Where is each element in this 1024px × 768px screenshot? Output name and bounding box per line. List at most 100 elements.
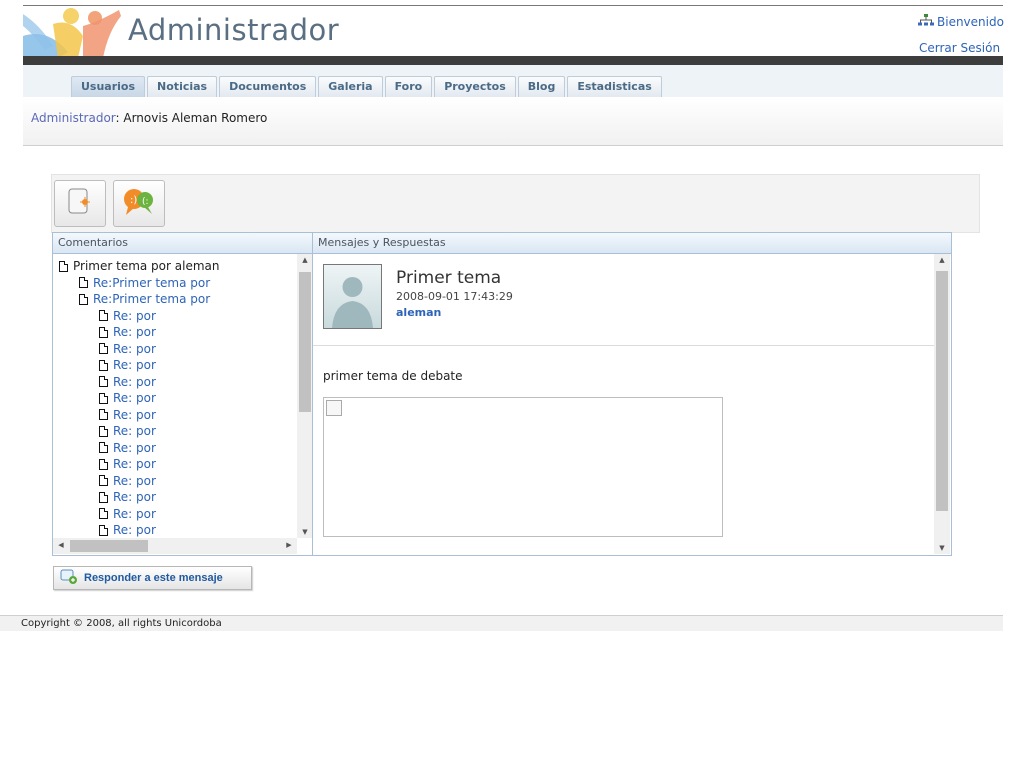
comment-tree-item[interactable]: Re:Primer tema por: [79, 292, 210, 306]
message-divider: [313, 345, 934, 346]
document-icon: [99, 343, 108, 354]
app-title: Administrador: [128, 13, 340, 47]
comment-tree-item[interactable]: Re: por: [99, 325, 156, 339]
comment-tree-item[interactable]: Re: por: [99, 424, 156, 438]
chat-faces-icon: :) (:: [122, 187, 156, 220]
scroll-up-arrow-icon[interactable]: ▲: [297, 256, 313, 264]
comment-tree-item[interactable]: Re: por: [99, 309, 156, 323]
document-icon: [99, 376, 108, 387]
messages-scroll-thumb[interactable]: [936, 271, 948, 511]
comment-tree-item-label: Re:Primer tema por: [93, 292, 211, 306]
comment-tree-item[interactable]: Re: por: [99, 457, 156, 471]
logout-link[interactable]: Cerrar Sesión: [919, 41, 1000, 55]
scroll-right-arrow-icon[interactable]: ▶: [281, 541, 297, 549]
comments-hscroll-thumb[interactable]: [70, 540, 148, 552]
document-icon: [79, 277, 88, 288]
people-logo-icon: [23, 6, 123, 58]
comment-tree-item-label: Re: por: [113, 523, 156, 537]
message-image: [323, 397, 723, 537]
scroll-down-arrow-icon[interactable]: ▼: [297, 528, 313, 536]
reply-icon: [60, 569, 78, 588]
breadcrumb: Administrador: Arnovis Aleman Romero: [31, 111, 267, 125]
comments-scroll-thumb[interactable]: [299, 272, 311, 412]
comment-tree-item-label: Re: por: [113, 506, 156, 521]
comment-tree-item-label: Re: por: [113, 424, 156, 438]
reply-button[interactable]: Responder a este mensaje: [53, 566, 252, 590]
comment-tree-item-label: Re: por: [113, 407, 156, 422]
copyright-text: Copyright © 2008, all rights Unicordoba: [21, 618, 222, 629]
scroll-left-arrow-icon[interactable]: ◀: [53, 541, 69, 549]
msg-scroll-up-arrow-icon[interactable]: ▲: [934, 256, 950, 264]
document-icon: [99, 326, 108, 338]
comments-vertical-scrollbar[interactable]: ▲ ▼: [297, 254, 313, 538]
tab-foro[interactable]: Foro: [384, 76, 433, 97]
welcome-label: Bienvenido: [937, 14, 1004, 29]
comment-tree-item[interactable]: Primer tema por aleman: [59, 259, 219, 273]
messages-vertical-scrollbar[interactable]: ▲ ▼: [934, 254, 950, 554]
comment-tree-item[interactable]: Re: por: [99, 523, 156, 537]
chat-button[interactable]: :) (:: [113, 180, 165, 227]
comments-horizontal-scrollbar[interactable]: ◀ ▶: [53, 538, 297, 554]
comment-tree-item-label: Re: por: [113, 457, 156, 471]
svg-text::): :): [130, 195, 137, 206]
comment-tree-item[interactable]: Re: por: [99, 441, 156, 455]
comment-tree-item-label: Re: por: [113, 473, 156, 488]
user-avatar: [323, 264, 382, 329]
breadcrumb-role[interactable]: Administrador: [31, 111, 116, 125]
svg-text:(:: (:: [142, 197, 149, 207]
comment-tree-item[interactable]: Re: por: [99, 375, 156, 389]
broken-image-icon: [326, 400, 342, 416]
message-user-link[interactable]: aleman: [396, 306, 441, 319]
document-icon: [79, 293, 88, 305]
new-topic-button[interactable]: [54, 180, 106, 227]
tab-estadisticas[interactable]: Estadisticas: [567, 76, 662, 97]
tab-blog[interactable]: Blog: [517, 76, 566, 97]
document-icon: [99, 508, 108, 519]
comment-tree-item-label: Re: por: [113, 440, 156, 455]
comment-tree-item[interactable]: Re: por: [99, 391, 156, 405]
welcome-link[interactable]: Bienvenido: [918, 14, 1004, 29]
message-date: 2008-09-01 17:43:29: [396, 290, 513, 303]
comments-panel: Comentarios Primer tema por aleman Re:Pri…: [52, 232, 314, 556]
document-icon: [99, 524, 108, 536]
comment-tree-item-label: Primer tema por aleman: [73, 259, 220, 273]
reply-button-label: Responder a este mensaje: [84, 572, 223, 584]
message-title: Primer tema: [396, 268, 502, 288]
tab-documentos[interactable]: Documentos: [219, 76, 317, 97]
document-icon: [99, 310, 108, 321]
comment-tree-item[interactable]: Re:Primer tema por: [79, 276, 210, 290]
forum-toolbar: [51, 174, 980, 233]
document-icon: [99, 475, 108, 486]
comment-tree-item-label: Re: por: [113, 374, 156, 389]
msg-scroll-down-arrow-icon[interactable]: ▼: [934, 544, 950, 552]
tab-noticias[interactable]: Noticias: [147, 76, 218, 97]
document-icon: [99, 425, 108, 437]
comment-tree-item-label: Re: por: [113, 341, 156, 356]
message-body: primer tema de debate: [323, 369, 463, 383]
header-top-line: [23, 5, 1003, 6]
comment-tree-item-label: Re: por: [113, 490, 156, 504]
tab-usuarios[interactable]: Usuarios: [71, 76, 146, 97]
sitemap-icon: [918, 14, 934, 29]
breadcrumb-user: : Arnovis Aleman Romero: [115, 111, 268, 125]
document-icon: [59, 260, 68, 272]
header-dark-bar: [23, 56, 1003, 65]
comment-tree-item[interactable]: Re: por: [99, 408, 156, 422]
comment-tree-item[interactable]: Re: por: [99, 474, 156, 488]
comment-tree-item[interactable]: Re: por: [99, 507, 156, 521]
comment-tree-item-label: Re: por: [113, 308, 156, 323]
comment-tree-item[interactable]: Re: por: [99, 358, 156, 372]
tab-proyectos[interactable]: Proyectos: [434, 76, 516, 97]
document-icon: [99, 458, 108, 470]
tab-galeria[interactable]: Galeria: [318, 76, 383, 97]
messages-panel-title: Mensajes y Respuestas: [313, 233, 951, 254]
new-topic-icon: [67, 188, 93, 219]
comment-tree-item-label: Re:Primer tema por: [93, 275, 211, 290]
main-tabs: Usuarios Noticias Documentos Galeria For…: [71, 76, 662, 97]
comment-tree-item-label: Re: por: [113, 391, 156, 405]
comment-tree-item[interactable]: Re: por: [99, 490, 156, 504]
comment-tree-item[interactable]: Re: por: [99, 342, 156, 356]
comment-tree-item-label: Re: por: [113, 358, 156, 372]
document-icon: [99, 409, 108, 420]
comment-tree-item-label: Re: por: [113, 325, 156, 339]
